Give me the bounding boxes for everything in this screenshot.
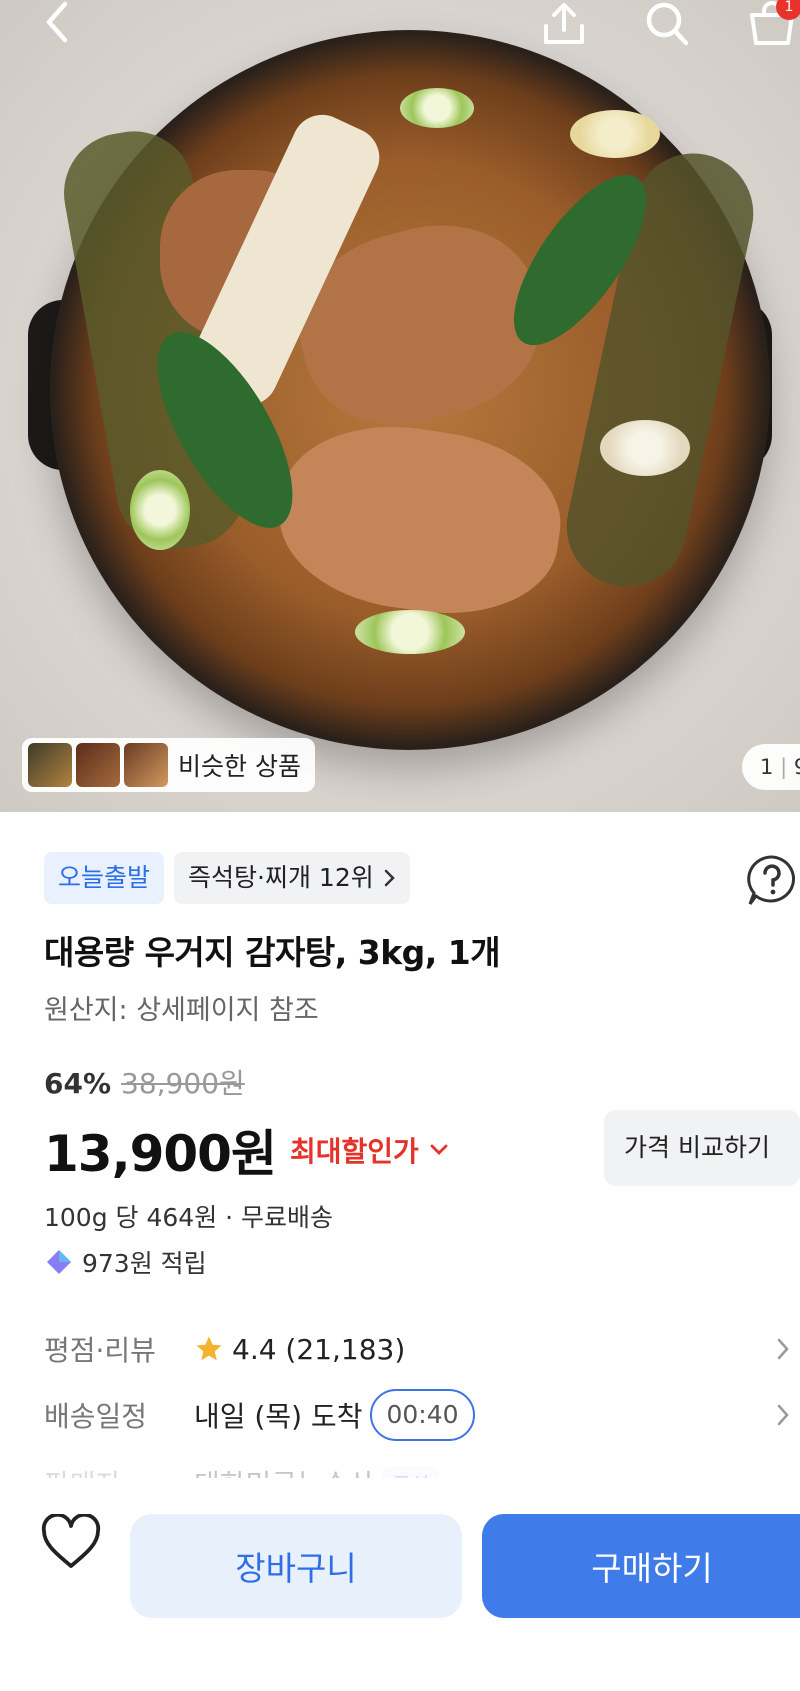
similar-products-button[interactable]: 비슷한 상품 [22,738,315,792]
rating-label: 평점·리뷰 [44,1334,156,1367]
discount-row: 64% 38,900원 [44,1062,245,1102]
food-onion [600,420,690,476]
chevron-right-icon [777,1338,789,1360]
price-row: 13,900원 최대할인가 [44,1114,449,1186]
rating-review-row[interactable]: 평점·리뷰 4.4 (21,183) [44,1324,800,1374]
heart-icon[interactable] [40,1512,102,1570]
reward-amount: 973원 적립 [82,1249,207,1278]
category-rank-badge[interactable]: 즉석탕·찌개 12위 [174,852,410,904]
similar-thumbnail [28,743,72,787]
product-title: 대용량 우거지 감자탕, 3kg, 1개 [44,933,501,972]
rating-value: 4.4 (21,183) [232,1332,406,1366]
help-icon[interactable] [744,852,800,908]
food-green-onion [400,88,474,128]
product-image-carousel[interactable]: 1 비슷한 상품 1 | 9 [0,0,800,812]
cart-icon[interactable]: 1 [744,0,800,48]
same-day-badge: 오늘출발 [44,852,165,904]
similar-products-label: 비슷한 상품 [178,752,301,781]
bottom-action-bar: 장바구니 구매하기 [0,1478,800,1691]
origin-info: 원산지: 상세페이지 참조 [44,995,319,1026]
back-icon[interactable] [34,0,78,44]
search-icon[interactable] [642,0,694,48]
image-page-counter: 1 | 9 [742,744,800,790]
unit-price-shipping: 100g 당 464원 · 무료배송 [44,1203,334,1232]
delivery-countdown-timer: 00:40 [370,1389,475,1441]
similar-thumbnail [76,743,120,787]
max-discount-toggle[interactable]: 최대할인가 [290,1130,449,1170]
food-onion [570,110,660,158]
food-green-onion [355,610,465,654]
discount-percent: 64% [44,1067,112,1100]
star-icon [196,1336,222,1361]
chevron-right-icon [777,1404,789,1426]
reward-row: 973원 적립 [44,1244,207,1280]
delivery-label: 배송일정 [44,1400,148,1433]
page-current: 1 [760,755,774,779]
share-icon[interactable] [540,0,588,48]
delivery-value: 내일 (목) 도착 [194,1400,363,1433]
delivery-value-group: 내일 (목) 도착 00:40 [194,1389,475,1441]
chevron-right-icon [384,869,395,887]
buy-now-button[interactable]: 구매하기 [482,1514,800,1618]
badge-group: 오늘출발 즉석탕·찌개 12위 [44,852,410,904]
price-compare-button[interactable]: 가격 비교하기 [604,1110,800,1186]
category-rank-label: 즉석탕·찌개 12위 [188,863,374,892]
rating-value-group: 4.4 (21,183) [194,1333,405,1366]
page-total: 9 [794,755,800,779]
chevron-down-icon [430,1144,448,1155]
original-price: 38,900원 [121,1067,245,1100]
similar-thumbnail [124,743,168,787]
delivery-schedule-row[interactable]: 배송일정 내일 (목) 도착 00:40 [44,1389,800,1441]
add-to-cart-button[interactable]: 장바구니 [130,1514,462,1618]
food-green-onion [130,470,190,550]
max-discount-label: 최대할인가 [289,1135,419,1168]
sale-price: 13,900원 [44,1125,277,1183]
reward-coin-icon [47,1250,71,1274]
page-separator: | [780,755,788,779]
